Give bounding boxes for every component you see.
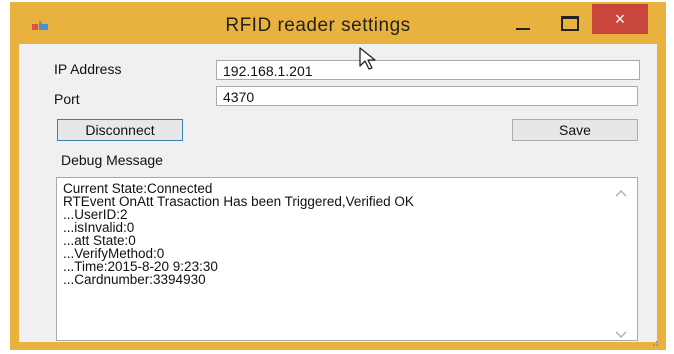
minimize-icon[interactable]	[508, 12, 538, 38]
chevron-down-icon[interactable]	[615, 326, 627, 339]
close-icon[interactable]: ×	[592, 4, 648, 34]
ip-address-input[interactable]	[216, 60, 640, 80]
mouse-pointer-icon	[358, 46, 382, 72]
port-label: Port	[54, 91, 80, 107]
resize-grip-icon[interactable]	[647, 334, 659, 346]
debug-line: ...UserID:2	[63, 207, 128, 222]
title-bar[interactable]: RFID reader settings ×	[10, 2, 666, 44]
rfid-settings-window: RFID reader settings × IP Address Port D…	[10, 2, 666, 350]
debug-line: ...Cardnumber:3394930	[63, 272, 206, 287]
port-input[interactable]	[216, 86, 638, 106]
debug-line: RTEvent OnAtt Trasaction Has been Trigge…	[63, 194, 414, 209]
disconnect-button[interactable]: Disconnect	[57, 119, 183, 141]
maximize-icon[interactable]	[555, 12, 585, 38]
debug-line: ...isInvalid:0	[63, 220, 135, 235]
debug-message-label: Debug Message	[61, 152, 163, 168]
ip-address-label: IP Address	[54, 61, 122, 77]
save-button[interactable]: Save	[512, 119, 638, 141]
chevron-up-icon[interactable]	[615, 184, 627, 197]
debug-message-textarea[interactable]: Current State:Connected RTEvent OnAtt Tr…	[56, 177, 638, 341]
debug-lines: Current State:Connected RTEvent OnAtt Tr…	[63, 182, 603, 287]
dialog-client-area: IP Address Port Disconnect Save Debug Me…	[19, 44, 659, 346]
